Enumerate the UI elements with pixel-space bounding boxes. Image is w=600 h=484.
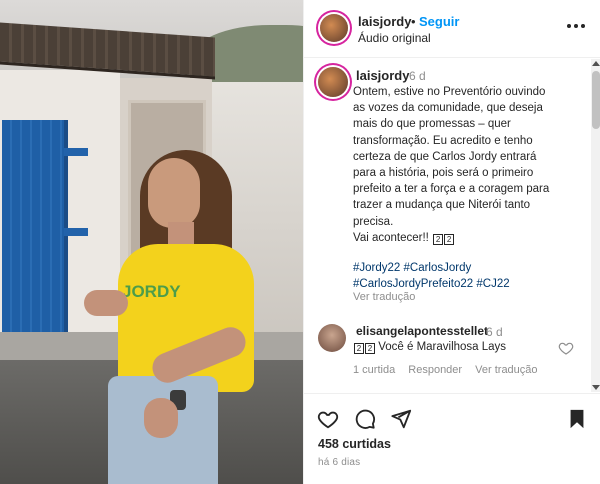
comment-likes[interactable]: 1 curtida	[353, 364, 395, 376]
likes-count[interactable]: 458 curtidas	[318, 437, 391, 451]
scroll-thumb[interactable]	[592, 71, 600, 129]
caption-line: trazer a mudança que Niterói tanto	[353, 199, 531, 212]
caption-time[interactable]: 6 d	[409, 69, 426, 83]
photo-door-hinge	[64, 148, 88, 156]
caption-text: Ontem, estive no Preventório ouvindo as …	[353, 84, 579, 246]
comment-text: 22 Você é Maravilhosa Lays	[353, 341, 506, 354]
post-photo[interactable]: JORDY	[0, 0, 303, 484]
comment-translate-link[interactable]: Ver tradução	[475, 364, 537, 376]
hashtag-line[interactable]: #Jordy22 #CarlosJordy	[353, 260, 583, 276]
like-heart-icon[interactable]	[317, 408, 339, 430]
comments-scrollbar[interactable]	[591, 59, 600, 392]
caption-avatar[interactable]	[318, 67, 348, 97]
caption-username[interactable]: laisjordy	[356, 68, 409, 83]
comment-bubble-icon[interactable]	[354, 408, 376, 430]
caption-line: as vozes da comunidade, que deseja	[353, 102, 543, 115]
caption-line: transformação. Eu acredito e tenho	[353, 134, 533, 147]
audio-link[interactable]: Áudio original	[358, 31, 431, 45]
unknown-glyph-icon: 2	[354, 343, 364, 354]
post-date[interactable]: há 6 dias	[318, 457, 360, 468]
author-avatar[interactable]	[320, 14, 348, 42]
commenter-username[interactable]: elisangelapontesstellet	[356, 324, 488, 338]
photo-person-face	[148, 158, 200, 228]
caption-line: para a história, pois será o primeiro	[353, 167, 534, 180]
photo-person-hand	[144, 398, 178, 438]
caption-last-line: Vai acontecer!! 22	[353, 230, 579, 246]
comment-meta: 1 curtida Responder Ver tradução	[353, 364, 548, 376]
comment-time[interactable]: 6 d	[486, 325, 503, 339]
comments-section: laisjordy 6 d Ontem, estive no Preventór…	[304, 59, 600, 392]
author-username[interactable]: laisjordy	[358, 14, 411, 29]
caption-line: prefeito a ter a força e a coragem para	[353, 183, 550, 196]
share-paper-plane-icon[interactable]	[390, 408, 412, 430]
comment-like-heart-icon[interactable]	[558, 340, 574, 356]
hashtag-line[interactable]: #CarlosJordyPrefeito22 #CJ22	[353, 276, 583, 292]
photo-shirt-text: JORDY	[122, 282, 181, 301]
comment-body: Você é Maravilhosa Lays	[378, 341, 507, 353]
caption-line: precisa.	[353, 215, 394, 228]
photo-blue-door	[2, 120, 68, 332]
hashtags: #Jordy22 #CarlosJordy #CarlosJordyPrefei…	[353, 260, 583, 292]
caption-line: Ontem, estive no Preventório ouvindo	[353, 86, 546, 98]
comment-reply-button[interactable]: Responder	[408, 364, 462, 376]
scroll-up-arrow-icon[interactable]	[592, 61, 600, 66]
photo-person-arm	[84, 290, 128, 316]
more-options-icon[interactable]	[567, 18, 587, 34]
caption-line: mais do que promessas – quer	[353, 118, 511, 131]
caption-translate-link[interactable]: Ver tradução	[353, 291, 415, 303]
follow-button[interactable]: Seguir	[419, 14, 459, 29]
unknown-glyph-icon: 2	[444, 233, 455, 245]
save-bookmark-icon[interactable]	[566, 408, 588, 430]
scroll-down-arrow-icon[interactable]	[592, 385, 600, 390]
photo-door-hinge	[64, 228, 88, 236]
separator-dot: •	[411, 14, 416, 29]
post-panel: laisjordy • Seguir Áudio original laisjo…	[303, 0, 600, 484]
unknown-glyph-icon: 2	[365, 343, 375, 354]
caption-line: certeza de que Carlos Jordy entrará	[353, 150, 537, 163]
action-bar: 458 curtidas há 6 dias	[304, 393, 600, 484]
post-header: laisjordy • Seguir Áudio original	[304, 0, 600, 58]
caption-line: Vai acontecer!!	[353, 231, 429, 244]
unknown-glyph-icon: 2	[433, 233, 444, 245]
commenter-avatar[interactable]	[318, 324, 346, 352]
